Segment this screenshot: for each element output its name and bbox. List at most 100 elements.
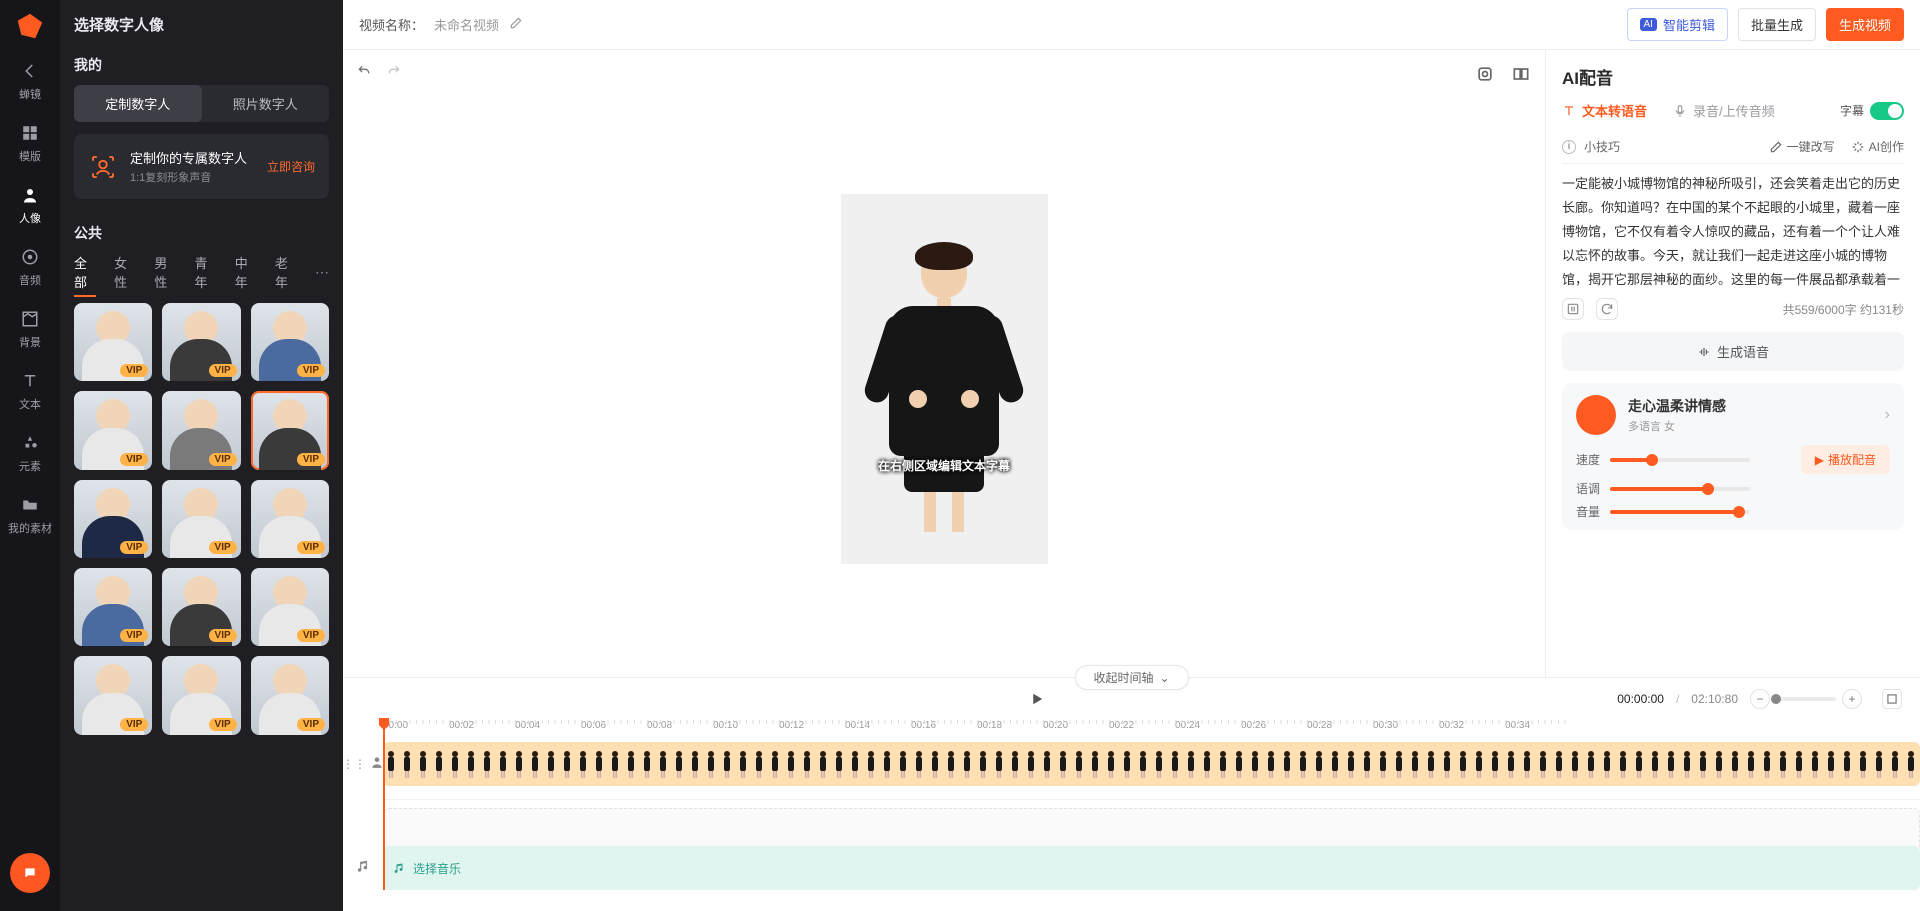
vip-badge: VIP [209, 629, 237, 642]
avatar-card[interactable]: VIP [162, 568, 240, 646]
one-click-rewrite[interactable]: 一键改写 [1769, 138, 1835, 155]
batch-generate-button[interactable]: 批量生成 [1738, 8, 1816, 41]
collapse-timeline-button[interactable]: 收起时间轴 ⌄ [1074, 665, 1188, 690]
filter-old[interactable]: 老年 [275, 253, 297, 291]
generate-video-button[interactable]: 生成视频 [1826, 8, 1904, 41]
undo-icon[interactable] [357, 64, 371, 83]
script-textarea[interactable]: 一定能被小城博物馆的神秘所吸引，还会笑着走出它的历史长廊。你知道吗？在中国的某个… [1562, 172, 1904, 290]
zoom-in-button[interactable]: + [1842, 689, 1862, 709]
timeline-ruler[interactable]: 00:0000:0200:0400:0600:0800:1000:1200:14… [343, 720, 1920, 738]
zoom-out-button[interactable]: − [1750, 689, 1770, 709]
avatar-icon [19, 184, 41, 206]
tab-custom-avatar[interactable]: 定制数字人 [74, 85, 202, 122]
avatar-card[interactable]: VIP [74, 480, 152, 558]
music-prompt: 选择音乐 [413, 860, 461, 877]
info-icon[interactable]: i [1562, 140, 1576, 154]
voice-card: 走心温柔讲情感 多语言 女 › 速度 ▶ 播放配音 语调 [1562, 383, 1904, 530]
zoom-fit-button[interactable] [1882, 689, 1902, 709]
play-icon: ▶ [1815, 453, 1824, 467]
speed-slider[interactable] [1610, 458, 1750, 462]
track-menu-icon[interactable]: ⋮⋮ [342, 757, 366, 771]
avatar-card[interactable]: VIP [74, 656, 152, 734]
icon-rail: 蝉镜 模版 人像 音频 背景 文本 元素 我的素材 [0, 0, 60, 911]
avatar-card[interactable]: VIP [251, 656, 329, 734]
rail-item-my-assets[interactable]: 我的素材 [0, 484, 60, 546]
avatar-card[interactable]: VIP [162, 656, 240, 734]
help-chat-button[interactable] [10, 853, 50, 893]
rail-item-template[interactable]: 模版 [0, 112, 60, 174]
insert-pause-icon[interactable] [1562, 298, 1584, 320]
avatar-card[interactable]: VIP [74, 303, 152, 381]
avatar-card[interactable]: VIP [251, 303, 329, 381]
canvas-caption: 在右侧区域编辑文本字幕 [878, 457, 1010, 474]
vip-badge: VIP [120, 718, 148, 731]
music-lane[interactable]: 选择音乐 [383, 846, 1920, 890]
avatar-card[interactable]: VIP [162, 480, 240, 558]
avatar-card[interactable]: VIP [162, 303, 240, 381]
tab-record[interactable]: 录音/上传音频 [1673, 101, 1775, 120]
rail-item-text[interactable]: 文本 [0, 360, 60, 422]
vip-badge: VIP [120, 629, 148, 642]
redo-icon[interactable] [387, 64, 401, 83]
avatar-card[interactable]: VIP [251, 568, 329, 646]
subtitle-toggle[interactable] [1870, 102, 1904, 120]
chevron-left-icon [19, 60, 41, 82]
rail-item-element[interactable]: 元素 [0, 422, 60, 484]
rail-item-avatar[interactable]: 人像 [0, 174, 60, 236]
filter-male[interactable]: 男性 [154, 253, 176, 291]
filter-all[interactable]: 全部 [74, 253, 96, 291]
tab-tts-label: 文本转语音 [1582, 101, 1647, 120]
volume-label: 音量 [1576, 503, 1610, 520]
filter-youth[interactable]: 青年 [195, 253, 217, 291]
gen-voice-label: 生成语音 [1717, 342, 1769, 361]
generate-voice-button[interactable]: 生成语音 [1562, 332, 1904, 371]
zoom-slider[interactable] [1776, 697, 1836, 701]
ai-create[interactable]: AI创作 [1851, 138, 1904, 155]
vip-badge: VIP [209, 718, 237, 731]
tip-label: 小技巧 [1584, 138, 1620, 155]
ai-clip-button[interactable]: AI 智能剪辑 [1627, 8, 1728, 41]
collapse-label: 收起时间轴 [1093, 669, 1153, 686]
voice-select[interactable]: 走心温柔讲情感 多语言 女 › [1576, 395, 1890, 435]
rail-item-label: 人像 [19, 210, 41, 226]
tts-icon [1562, 104, 1576, 118]
subtitle-label: 字幕 [1840, 102, 1864, 119]
rail-item-label: 文本 [19, 396, 41, 412]
rename-icon[interactable] [509, 16, 523, 33]
filter-middle[interactable]: 中年 [235, 253, 257, 291]
rewrite-label: 一键改写 [1787, 138, 1835, 155]
rail-item-label: 音频 [19, 272, 41, 288]
customize-cta[interactable]: 立即咨询 [267, 158, 315, 175]
filter-more-icon[interactable]: ⋯ [315, 264, 329, 281]
pitch-slider[interactable] [1610, 487, 1750, 491]
canvas-area: 在右侧区域编辑文本字幕 [343, 50, 1545, 677]
video-clip[interactable] [383, 742, 1920, 786]
timeline-play-button[interactable] [1024, 686, 1050, 712]
playhead[interactable] [383, 720, 385, 890]
tab-tts[interactable]: 文本转语音 [1562, 101, 1647, 120]
right-sidebar: AI配音 文本转语音 录音/上传音频 字幕 i 小技巧 [1545, 50, 1920, 677]
vip-badge: VIP [209, 364, 237, 377]
avatar-card-selected[interactable]: VIP [251, 391, 329, 469]
aspect-ratio-icon[interactable] [1511, 64, 1531, 89]
avatar-card[interactable]: VIP [162, 391, 240, 469]
rail-item-audio[interactable]: 音频 [0, 236, 60, 298]
rail-back[interactable]: 蝉镜 [0, 50, 60, 112]
time-current: 00:00:00 [1617, 692, 1664, 706]
volume-slider[interactable] [1610, 510, 1750, 514]
avatar-card[interactable]: VIP [74, 391, 152, 469]
avatar-card[interactable]: VIP [251, 480, 329, 558]
video-canvas[interactable]: 在右侧区域编辑文本字幕 [841, 194, 1048, 564]
avatar-card[interactable]: VIP [74, 568, 152, 646]
play-voice-button[interactable]: ▶ 播放配音 [1801, 445, 1890, 474]
filter-female[interactable]: 女性 [114, 253, 136, 291]
refresh-voice-icon[interactable] [1596, 298, 1618, 320]
audio-icon [19, 246, 41, 268]
crop-icon[interactable] [1475, 64, 1495, 89]
rail-item-background[interactable]: 背景 [0, 298, 60, 360]
tab-photo-avatar[interactable]: 照片数字人 [202, 85, 330, 122]
video-track: ⋮⋮ [343, 738, 1920, 790]
avatar-filter-row: 全部 女性 男性 青年 中年 老年 ⋯ [74, 253, 329, 291]
element-icon [19, 432, 41, 454]
rail-item-label: 模版 [19, 148, 41, 164]
